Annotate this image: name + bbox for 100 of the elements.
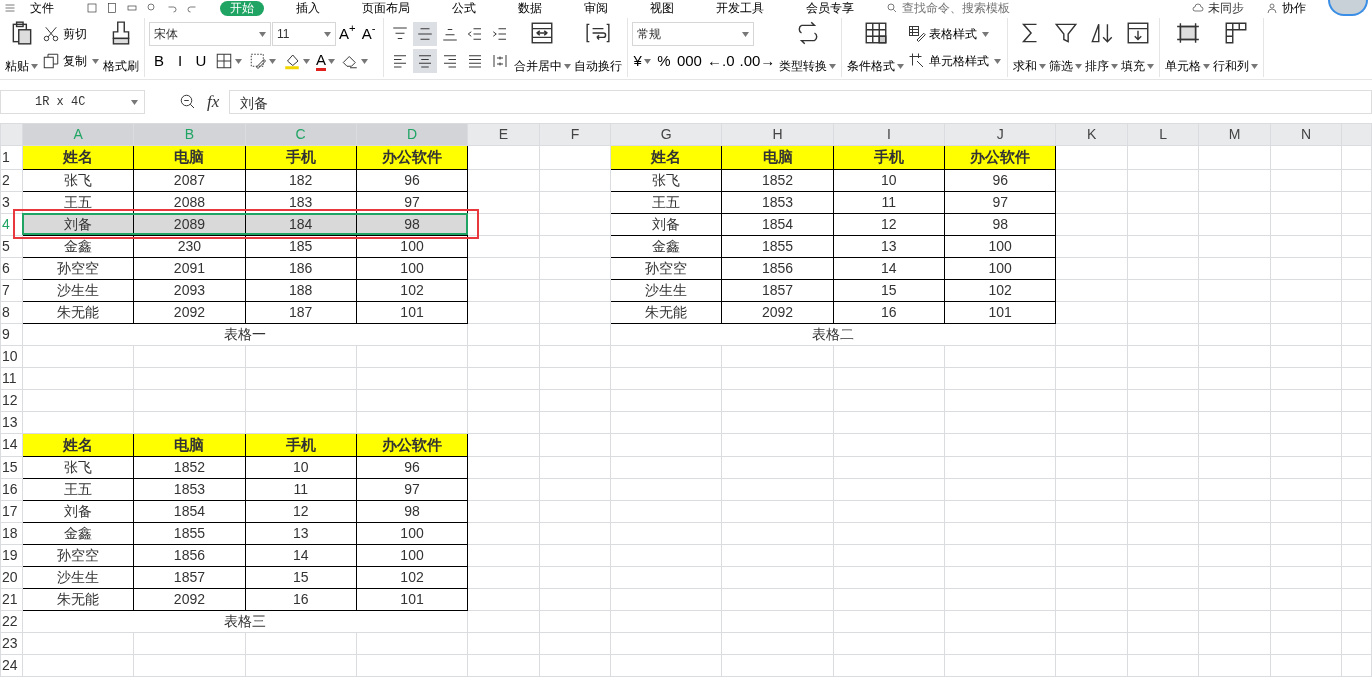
toolbar-button[interactable]: 条件格式 [846,18,906,77]
table-cell: 12 [881,215,897,232]
table-cell: 186 [289,259,313,276]
ribbon-tab[interactable]: 视图 [640,0,684,16]
preview-icon [146,2,158,14]
ribbon-tab[interactable]: 会员专享 [796,0,864,16]
toolbar-button[interactable]: % [653,49,674,73]
column-header[interactable]: F [539,123,611,146]
toolbar-button[interactable]: 填充 [1120,18,1156,77]
table-cell: 1856 [173,547,205,563]
toolbar-button[interactable] [412,49,437,73]
column-header[interactable]: I [833,123,945,146]
column-header[interactable]: K [1055,123,1128,146]
toolbar-button[interactable]: A$^{+}$ [337,22,358,46]
formula-field[interactable]: 刘备 [229,90,1372,114]
toolbar-button[interactable]: 单元格 [1164,18,1212,77]
name-box[interactable]: 1R x 4C [0,90,145,114]
column-header[interactable]: N [1270,123,1342,146]
table-cell: 96 [992,171,1008,188]
row-header[interactable]: 2 [0,169,23,191]
row-header[interactable]: 12 [0,389,23,411]
collaborate-button[interactable]: 协作 [1282,0,1306,16]
toolbar-button[interactable]: 粘贴 [4,18,39,77]
row-header[interactable]: 19 [0,544,23,567]
row-header[interactable]: 11 [0,367,23,389]
table-cell: 101 [988,303,1012,320]
table-cell: 14 [881,259,897,276]
table-cell: 孙空空 [57,259,100,276]
toolbar-button[interactable]: 行和列 [1212,18,1260,77]
dropdown-field[interactable]: 11 [272,22,336,46]
person-icon [1266,2,1278,14]
row-header[interactable]: 18 [0,522,23,545]
ribbon-tab[interactable]: 公式 [442,0,486,16]
toolbar-button[interactable]: 筛选 [1048,18,1084,77]
toolbar-button[interactable]: 000 [674,49,704,73]
row-header[interactable]: 21 [0,588,23,611]
toolbar-button[interactable]: B [149,49,169,73]
row-header[interactable]: 7 [0,279,23,301]
table-cell: 刘备 [652,215,681,232]
row-header[interactable]: 20 [0,566,23,589]
ribbon-tab[interactable]: 审阅 [574,0,618,16]
toolbar-button[interactable]: 单元格样式 [906,49,1004,73]
ribbon-tab[interactable]: 开发工具 [706,0,774,16]
toolbar-button[interactable]: 格式刷 [102,18,140,77]
toolbar-button[interactable]: U [191,49,211,73]
font-color-button[interactable]: A [314,49,337,73]
row-header[interactable]: 23 [0,632,23,655]
row-header[interactable]: 6 [0,257,23,279]
toolbar-button[interactable]: 剪切 [40,22,89,46]
file-menu[interactable]: 文件 [20,0,64,16]
cell-icon [1174,20,1201,46]
toolbar-button[interactable]: 类型转换 [778,18,838,77]
toolbar-button[interactable]: .00→ [737,49,778,73]
column-header[interactable]: G [610,123,722,146]
ribbon-tab[interactable]: 页面布局 [352,0,420,16]
row-header[interactable]: 8 [0,301,23,323]
row-header[interactable]: 17 [0,500,23,523]
toolbar-button[interactable]: ←.0 [704,49,737,73]
table-cell: 97 [404,481,420,497]
table-cell: 1857 [762,281,794,298]
table-cell: 1854 [762,215,794,232]
column-header[interactable]: H [721,123,834,146]
column-header[interactable]: J [944,123,1056,146]
function-label[interactable]: fx [207,89,220,115]
toolbar-button[interactable]: I [170,49,190,73]
caret-icon [131,99,138,105]
ribbon-tab[interactable]: 数据 [508,0,552,16]
dropdown-field[interactable]: 宋体 [149,22,271,46]
row-header[interactable]: 10 [0,345,23,367]
toolbar-button[interactable]: 排序 [1084,18,1120,77]
avatar[interactable] [1328,0,1368,16]
cloud-icon [1192,2,1204,14]
ribbon-tab[interactable]: 插入 [286,0,330,16]
toolbar-button[interactable]: ¥ [631,49,653,73]
dropdown-field[interactable]: 常规 [631,22,754,46]
toolbar-button[interactable]: 表格样式 [906,22,992,46]
column-header[interactable]: M [1198,123,1271,146]
row-header[interactable]: 1 [0,145,23,169]
row-header[interactable]: 24 [0,654,23,677]
print-icon [126,2,138,14]
row-header[interactable]: 16 [0,478,23,501]
table-cell: 1855 [762,237,794,254]
toolbar-button[interactable]: 自动换行 [572,18,623,77]
toolbar-button[interactable]: 合并居中 [512,18,572,77]
save-icon [86,2,98,14]
row-header[interactable]: 14 [0,433,23,457]
row-header[interactable]: 15 [0,456,23,479]
table-cell: 沙生生 [57,569,100,585]
column-heading: 姓名 [63,435,94,453]
toolbar-button[interactable]: A$^{-}$ [358,22,379,46]
column-header[interactable]: E [467,123,540,146]
column-header[interactable]: L [1127,123,1199,146]
row-header[interactable]: 13 [0,411,23,433]
toolbar-button[interactable]: 求和 [1012,18,1048,77]
sync-status[interactable]: 未同步 [1208,0,1244,16]
toolbar-button[interactable]: 复制 [40,49,101,73]
toolbar-button[interactable] [412,22,437,46]
table-cell: 2091 [173,259,205,276]
row-header[interactable]: 22 [0,610,23,633]
row-header[interactable]: 9 [0,323,23,345]
